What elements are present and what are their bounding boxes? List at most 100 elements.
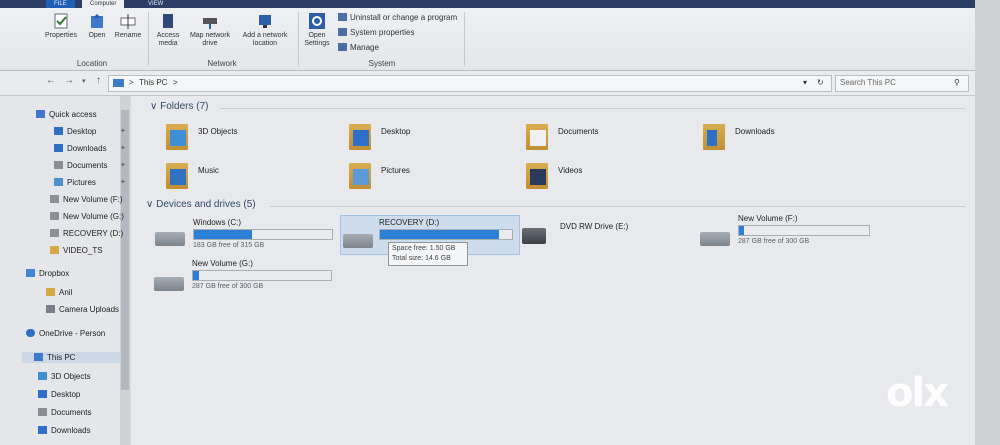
nav-scrollbar-thumb[interactable] xyxy=(121,110,129,390)
drive-e[interactable]: DVD RW Drive (E:) xyxy=(522,218,692,252)
nav-label: Documents xyxy=(51,408,92,417)
nav-item-documents[interactable]: Documents xyxy=(54,161,107,170)
pin-icon[interactable]: ✦ xyxy=(120,127,126,135)
group-network-label: Network xyxy=(207,59,237,68)
nav-item-downloads[interactable]: Downloads xyxy=(54,144,107,153)
folder-icon xyxy=(50,246,59,254)
manage-icon xyxy=(338,43,347,51)
nav-this-pc[interactable]: This PC xyxy=(22,352,120,363)
nav-dropbox[interactable]: Dropbox xyxy=(26,269,69,278)
map-network-drive-label: Map network drive xyxy=(189,32,231,47)
forward-icon[interactable]: → xyxy=(64,75,74,86)
cloud-icon xyxy=(26,329,35,337)
folder-pictures-icon xyxy=(349,163,371,189)
tooltip-space-free: Space free: 1.50 GB xyxy=(392,245,456,252)
drive-icon xyxy=(50,229,59,237)
nav-label: Desktop xyxy=(51,390,81,399)
nav-pc-desktop[interactable]: Desktop xyxy=(38,390,80,399)
chevron-down-icon: ∨ xyxy=(146,199,157,210)
pin-icon[interactable]: ✦ xyxy=(120,178,126,186)
gear-icon xyxy=(308,12,326,30)
drive-usage-bar xyxy=(379,229,513,240)
nav-item-new-volume-g[interactable]: New Volume (G:) xyxy=(50,212,124,221)
nav-item-desktop[interactable]: Desktop xyxy=(54,127,96,136)
properties-button[interactable]: Properties xyxy=(42,12,80,40)
nav-onedrive[interactable]: OneDrive - Person xyxy=(26,329,105,338)
manage-label: Manage xyxy=(350,43,379,52)
drive-icon xyxy=(343,234,373,248)
access-media-icon xyxy=(159,12,177,30)
drive-g[interactable]: New Volume (G:) 287 GB free of 300 GB xyxy=(154,259,334,293)
ribbon-tab-bar: FILE Computer VIEW xyxy=(0,0,1000,8)
folder-label: Documents xyxy=(558,127,599,136)
address-input[interactable]: > This PC > ▾ ↻ xyxy=(108,75,832,92)
drive-usage-bar xyxy=(193,229,333,240)
download-icon xyxy=(54,144,63,152)
nav-item-new-volume-f[interactable]: New Volume (F:) xyxy=(50,195,123,204)
breadcrumb-this-pc[interactable]: This PC xyxy=(139,78,167,87)
refresh-icon[interactable]: ↻ xyxy=(817,78,824,87)
nav-label: Dropbox xyxy=(39,269,70,278)
nav-item-video-ts[interactable]: VIDEO_TS xyxy=(50,246,103,255)
devices-section-header[interactable]: ∨ Devices and drives (5) xyxy=(146,199,256,210)
uninstall-icon xyxy=(338,13,347,21)
nav-item-pictures[interactable]: Pictures xyxy=(54,178,96,187)
desktop-icon xyxy=(38,390,47,398)
nav-item-recovery-d[interactable]: RECOVERY (D:) xyxy=(50,229,123,238)
search-placeholder: Search This PC xyxy=(840,78,896,87)
group-location-label: Location xyxy=(76,59,108,68)
chevron-down-icon: ∨ xyxy=(150,101,161,112)
drive-icon xyxy=(50,212,59,220)
open-icon xyxy=(88,12,106,30)
drive-f[interactable]: New Volume (F:) 287 GB free of 300 GB xyxy=(700,214,875,248)
nav-pc-documents[interactable]: Documents xyxy=(38,408,91,417)
uninstall-program-button[interactable]: Uninstall or change a program xyxy=(338,12,457,24)
tab-computer[interactable]: Computer xyxy=(82,0,125,8)
system-properties-label: System properties xyxy=(350,28,415,37)
add-network-location-button[interactable]: Add a network location xyxy=(237,12,293,48)
search-icon[interactable]: ⚲ xyxy=(954,78,960,87)
folder-label: Pictures xyxy=(381,166,410,175)
drive-usage-bar xyxy=(192,270,332,281)
nav-item-anil[interactable]: Anil xyxy=(46,288,72,297)
tab-view[interactable]: VIEW xyxy=(140,0,171,8)
tab-file[interactable]: FILE xyxy=(46,0,75,8)
drive-free-space: 287 GB free of 300 GB xyxy=(738,238,810,245)
drive-usage-fill xyxy=(193,271,199,280)
pictures-icon xyxy=(54,178,63,186)
folder-music-icon xyxy=(166,163,188,189)
nav-pc-3d-objects[interactable]: 3D Objects xyxy=(38,372,91,381)
drive-label: DVD RW Drive (E:) xyxy=(560,222,629,231)
network-location-icon xyxy=(256,12,274,30)
pin-icon[interactable]: ✦ xyxy=(120,161,126,169)
system-properties-icon xyxy=(338,28,347,36)
up-icon[interactable]: ↑ xyxy=(96,75,101,86)
nav-item-camera-uploads[interactable]: Camera Uploads xyxy=(46,305,119,314)
uninstall-label: Uninstall or change a program xyxy=(350,13,458,22)
pin-icon[interactable]: ✦ xyxy=(120,144,126,152)
star-icon xyxy=(36,110,45,118)
folder-3d-icon xyxy=(166,124,188,150)
open-settings-button[interactable]: Open Settings xyxy=(302,12,332,48)
back-icon[interactable]: ← xyxy=(46,75,56,86)
recent-locations-icon[interactable]: ▾ xyxy=(82,77,86,85)
drive-c[interactable]: Windows (C:) 183 GB free of 315 GB xyxy=(155,218,335,252)
nav-quick-access[interactable]: Quick access xyxy=(36,110,97,119)
nav-pc-downloads[interactable]: Downloads xyxy=(38,426,91,435)
folders-section-header[interactable]: ∨ Folders (7) xyxy=(150,101,208,112)
cube-icon xyxy=(38,372,47,380)
map-network-drive-button[interactable]: Map network drive xyxy=(184,12,236,48)
nav-label: Pictures xyxy=(67,178,96,187)
search-input[interactable]: Search This PC ⚲ xyxy=(835,75,969,92)
open-button[interactable]: Open xyxy=(84,12,110,40)
dropdown-icon[interactable]: ▾ xyxy=(803,78,807,87)
nav-label: Desktop xyxy=(67,127,97,136)
access-media-button[interactable]: Access media xyxy=(152,12,184,48)
dvd-drive-icon xyxy=(522,228,546,244)
drive-label: RECOVERY (D:) xyxy=(379,218,440,227)
manage-button[interactable]: Manage xyxy=(338,42,379,54)
camera-icon xyxy=(46,305,55,313)
system-properties-button[interactable]: System properties xyxy=(338,27,414,39)
rename-button[interactable]: Rename xyxy=(112,12,144,40)
drive-label: Windows (C:) xyxy=(193,218,242,227)
